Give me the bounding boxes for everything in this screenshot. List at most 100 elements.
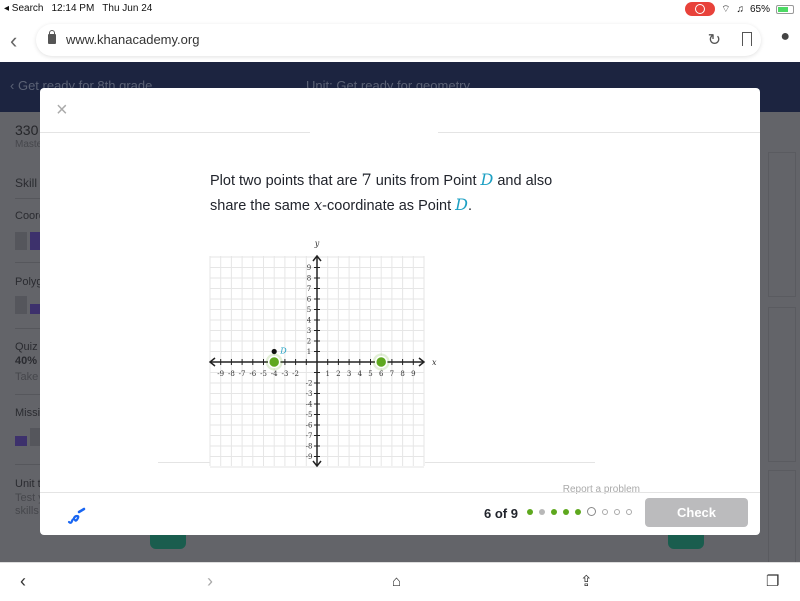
progress-dot-current (587, 507, 596, 516)
browser-bottom-bar: ‹ › ⌂ ⇪ ❐ (0, 562, 800, 601)
y-tick-label: 1 (307, 348, 311, 356)
math-variable: x (313, 198, 323, 214)
close-icon[interactable]: × (56, 100, 68, 120)
y-axis-label: y (314, 239, 320, 248)
x-tick-label: -6 (249, 370, 256, 378)
x-tick-label: -2 (292, 370, 299, 378)
point-d-label: D (279, 347, 287, 356)
y-tick-label: 5 (307, 306, 311, 314)
math-distance: 7 (361, 170, 372, 189)
status-bar: ◂ Search 12:14 PM Thu Jun 24 ⌔ ♫ 65% (0, 0, 800, 20)
question-fragment: -coordinate as Point (322, 198, 456, 214)
profile-icon[interactable]: ● (780, 28, 790, 46)
question-fragment: . (468, 198, 473, 214)
math-point-name: D (480, 170, 494, 189)
progress-dots (527, 507, 632, 516)
progress-dot-correct (527, 508, 533, 515)
y-tick-label: 8 (307, 275, 311, 283)
divider (425, 462, 595, 463)
math-point-name: D (455, 195, 468, 214)
report-problem-link[interactable]: Report a problem (563, 484, 640, 495)
question-fragment: and also (493, 173, 553, 189)
y-tick-label: -7 (306, 432, 313, 440)
url-text[interactable]: www.khanacademy.org (66, 32, 199, 47)
y-tick-label: -8 (306, 443, 313, 451)
background-card (768, 152, 796, 297)
y-tick-label: 3 (307, 327, 311, 335)
scratchpad-icon[interactable] (65, 504, 87, 526)
back-icon[interactable]: ‹ (20, 571, 26, 592)
sidebar-item-missing: Missi (15, 407, 41, 419)
x-tick-label: 9 (411, 370, 415, 378)
y-tick-label: -5 (306, 411, 313, 419)
plotted-point[interactable] (267, 355, 281, 369)
y-tick-label: 9 (307, 264, 311, 272)
y-tick-label: -2 (306, 380, 313, 388)
y-tick-label: 7 (307, 285, 311, 293)
mastery-points: 330 (15, 122, 39, 138)
coordinate-plane[interactable]: -9 -8 -7 -6 -5 -4 -3 -2 1 2 3 4 5 6 7 8 9987654321-2-3-4… (190, 234, 450, 474)
status-date: Thu Jun 24 (102, 3, 153, 14)
lock-icon (48, 30, 56, 44)
x-tick-label: 6 (379, 370, 384, 378)
back-to-app[interactable]: ◂ Search (4, 3, 43, 14)
sidebar-item-polygons: Polyg (15, 276, 43, 288)
x-tick-label: 1 (325, 370, 329, 378)
footer-divider (40, 492, 760, 493)
x-tick-label: -8 (228, 370, 235, 378)
screen-recording-icon[interactable] (685, 2, 716, 16)
progress-dot-pending (626, 508, 632, 515)
question-fragment: units from Point (371, 173, 481, 189)
quiz-title: Quiz (15, 341, 38, 353)
background-card (768, 470, 796, 562)
reload-icon[interactable]: ↻ (708, 30, 721, 50)
background-card (768, 307, 796, 462)
headphones-icon: ♫ (736, 3, 744, 15)
tabs-icon[interactable]: ❐ (766, 572, 779, 590)
browser-toolbar: ‹ www.khanacademy.org ↻ ● (0, 20, 800, 62)
x-tick-label: 4 (358, 370, 363, 378)
progress-dot-correct (551, 508, 557, 515)
x-tick-label: -9 (217, 370, 224, 378)
question-fragment: Plot two points that are (210, 173, 362, 189)
progress-dot-skipped (539, 508, 545, 515)
y-tick-label: -9 (306, 453, 313, 461)
progress-dot-pending (602, 508, 608, 515)
question-text: Plot two points that are 7 units from Po… (210, 168, 610, 218)
x-tick-label: -5 (260, 370, 267, 378)
address-bar[interactable]: www.khanacademy.org ↻ (36, 24, 761, 56)
x-tick-label: 5 (368, 370, 372, 378)
share-icon[interactable]: ⇪ (580, 572, 593, 590)
question-fragment: share the same (210, 198, 314, 214)
mascot-illustration (668, 535, 704, 549)
quiz-percent: 40% (15, 355, 38, 367)
home-icon[interactable]: ⌂ (392, 573, 401, 590)
y-tick-label: -3 (306, 390, 313, 398)
point-d-marker (271, 348, 277, 355)
unit-test-desc: skills (15, 505, 39, 517)
progress-dot-correct (575, 508, 581, 515)
progress-counter: 6 of 9 (484, 506, 518, 521)
progress-dot-correct (563, 508, 569, 515)
x-tick-label: -7 (239, 370, 246, 378)
y-tick-label: -6 (306, 422, 313, 430)
y-tick-label: 2 (307, 338, 311, 346)
x-tick-label: 2 (336, 370, 340, 378)
x-tick-label: 8 (400, 370, 404, 378)
forward-icon[interactable]: › (207, 571, 213, 592)
bookmark-icon[interactable] (742, 32, 752, 46)
browser-back-icon[interactable]: ‹ (10, 28, 17, 54)
exercise-modal: × Plot two points that are 7 units from … (40, 88, 760, 535)
plotted-point[interactable] (374, 355, 388, 369)
header-divider-gap (310, 132, 438, 133)
check-button[interactable]: Check (645, 498, 748, 527)
x-tick-label: 7 (390, 370, 394, 378)
progress-dot-pending (614, 508, 620, 515)
wifi-icon: ⌔ (721, 3, 731, 15)
mascot-illustration (150, 535, 186, 549)
x-axis-label: x (432, 358, 437, 367)
y-tick-label: 4 (307, 317, 312, 325)
mastery-label: Maste (15, 139, 43, 150)
y-tick-label: -4 (306, 401, 313, 409)
battery-percent: 65% (749, 3, 770, 15)
